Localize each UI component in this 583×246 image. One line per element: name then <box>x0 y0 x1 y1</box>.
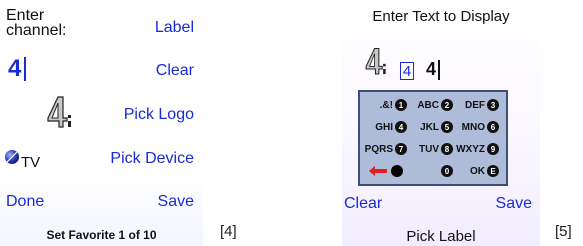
key-letters: WXYZ <box>456 143 485 155</box>
key-1[interactable]: .&! 1 <box>364 99 410 111</box>
pick-device-button[interactable]: Pick Device <box>110 150 194 168</box>
key-letters: MNO <box>461 121 485 133</box>
label-preview-box: 4 <box>400 62 414 80</box>
set-favorite-footer: Set Favorite 1 of 10 <box>46 228 157 242</box>
title-line-1: Enter <box>6 7 45 24</box>
key-digit: 1 <box>395 99 407 111</box>
key-9[interactable]: WXYZ 9 <box>456 143 502 155</box>
device-orb-icon <box>5 150 19 164</box>
key-digit: 6 <box>487 121 499 133</box>
key-letters: TUV <box>419 143 439 155</box>
key-7[interactable]: PQRS 7 <box>364 143 410 155</box>
key-letters: JKL <box>420 121 439 133</box>
key-digit: 0 <box>441 165 453 177</box>
key-letters: DEF <box>465 99 485 111</box>
key-digit: 8 <box>441 143 453 155</box>
channel-value: 4 <box>8 55 22 82</box>
key-letters: OK <box>470 165 485 177</box>
channel-4-logo-icon <box>365 48 386 75</box>
key-digit: 5 <box>441 121 453 133</box>
enter-channel-title: Enter channel: <box>6 7 67 39</box>
save-button[interactable]: Save <box>158 193 194 211</box>
backspace-arrow-icon <box>368 166 387 176</box>
text-caret <box>24 57 27 81</box>
key-5[interactable]: JKL 5 <box>410 121 456 133</box>
key-6[interactable]: MNO 6 <box>456 121 502 133</box>
key-3[interactable]: DEF 3 <box>456 99 502 111</box>
key-backspace[interactable] <box>364 165 410 177</box>
clear-button[interactable]: Clear <box>156 62 194 80</box>
device-indicator: TV <box>4 148 40 171</box>
key-letters: PQRS <box>364 143 393 155</box>
key-letters: .&! <box>379 99 393 111</box>
key-digit: 7 <box>395 143 407 155</box>
key-digit: 4 <box>395 121 407 133</box>
key-letters: GHI <box>375 121 393 133</box>
done-button[interactable]: Done <box>6 193 44 211</box>
key-digit: 9 <box>487 143 499 155</box>
channel-4-logo-icon <box>47 96 71 128</box>
text-caret <box>438 59 441 80</box>
key-letters: ABC <box>417 99 439 111</box>
text-entry-row: 4 4 <box>362 46 441 80</box>
save-button[interactable]: Save <box>496 195 532 213</box>
key-0[interactable]: 0 <box>410 165 456 177</box>
key-dot <box>390 165 403 177</box>
pick-label-footer: Pick Label <box>406 228 476 245</box>
entry-value: 4 <box>426 59 437 79</box>
enter-text-screen: Enter Text to Display 4 4 .&! 1 ABC 2 DEF 3… <box>342 0 540 246</box>
label-text-input[interactable]: 4 <box>426 59 441 80</box>
key-4[interactable]: GHI 4 <box>364 121 410 133</box>
title-line-2: channel: <box>6 22 67 39</box>
clear-button[interactable]: Clear <box>344 195 382 213</box>
key-digit: 3 <box>487 99 499 111</box>
channel-input[interactable]: 4 <box>8 55 27 83</box>
key-ok[interactable]: OK E <box>456 165 502 177</box>
tv-label: TV <box>21 154 41 171</box>
label-button[interactable]: Label <box>155 19 194 37</box>
figure-label-4: [4] <box>220 223 237 240</box>
key-digit: 2 <box>441 99 453 111</box>
key-8[interactable]: TUV 8 <box>410 143 456 155</box>
enter-text-title: Enter Text to Display <box>372 8 510 25</box>
key-digit: E <box>487 165 499 177</box>
key-2[interactable]: ABC 2 <box>410 99 456 111</box>
set-favorite-screen: Enter channel: Label 4 Clear Pick Logo T… <box>0 0 203 246</box>
pick-logo-button[interactable]: Pick Logo <box>124 106 194 124</box>
phone-keypad: .&! 1 ABC 2 DEF 3 GHI 4 JKL 5 MNO 6 PQRS 7 TUV 8… <box>358 90 508 186</box>
figure-label-5: [5] <box>555 223 572 240</box>
